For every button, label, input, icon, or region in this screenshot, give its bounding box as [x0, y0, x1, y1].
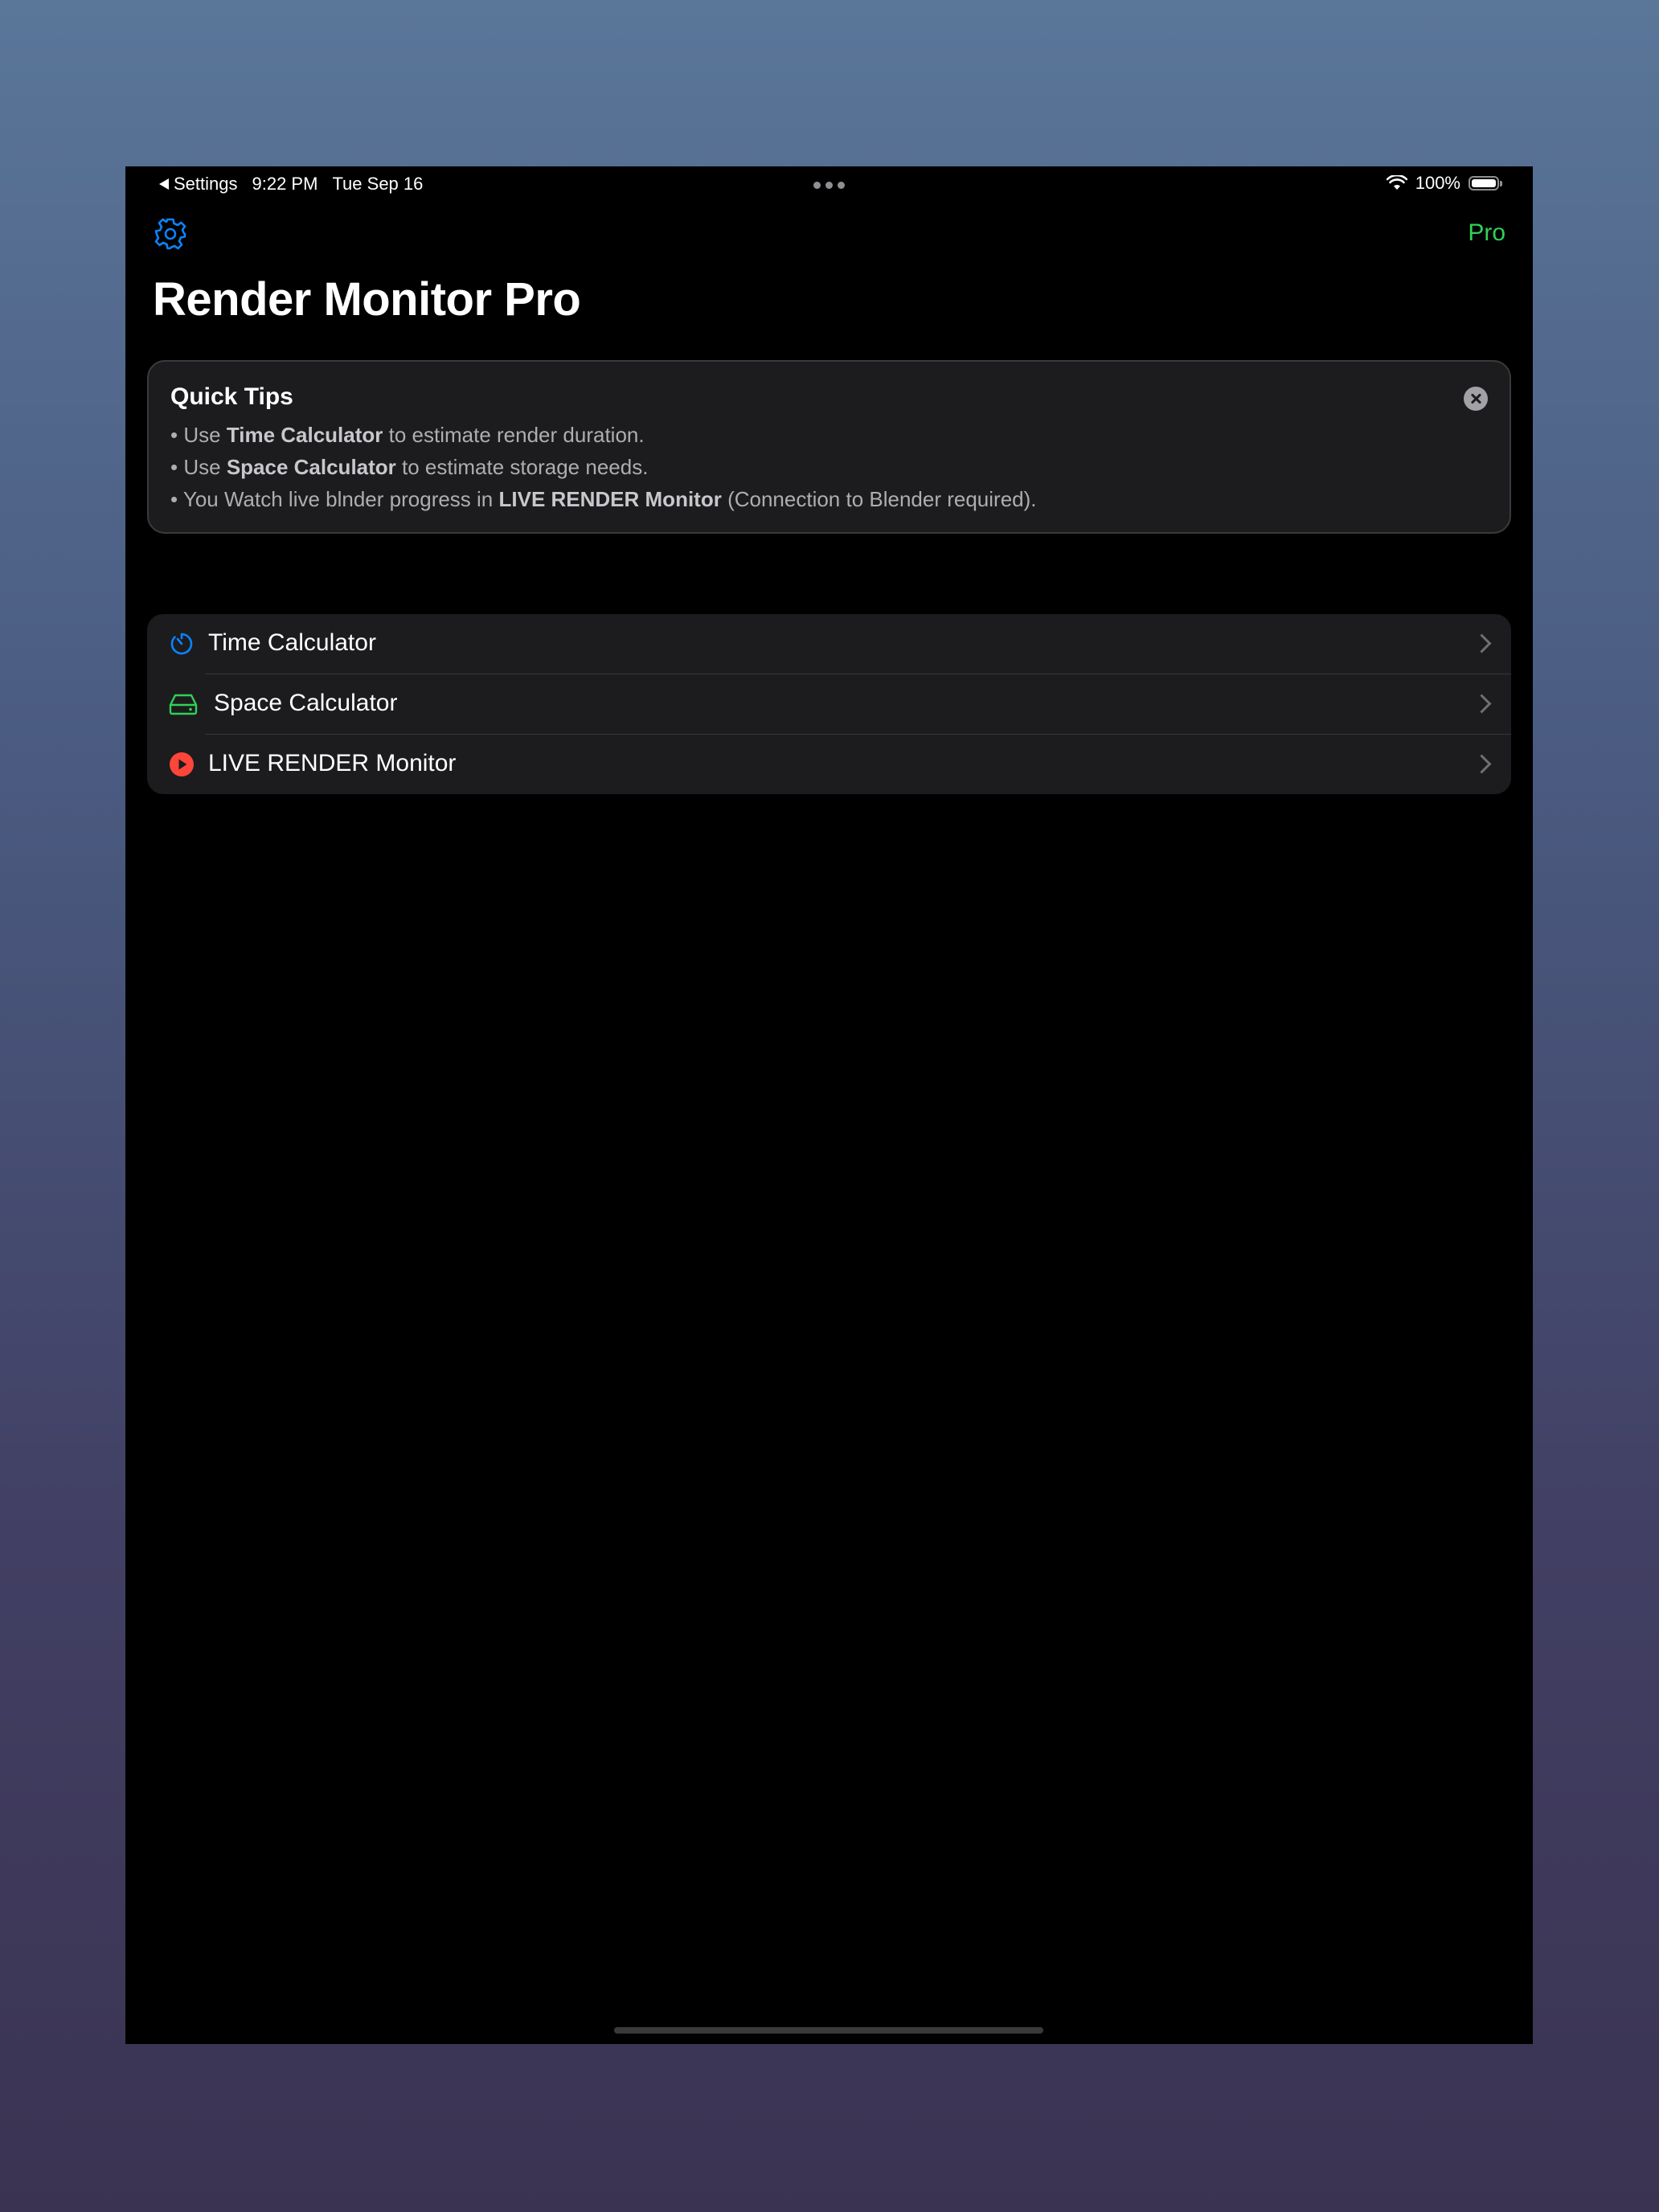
timer-icon [170, 633, 193, 655]
menu-item-space-calculator[interactable]: Space Calculator [147, 674, 1511, 734]
menu-item-time-calculator[interactable]: Time Calculator [147, 614, 1511, 674]
status-bar: Settings 9:22 PM Tue Sep 16 100% [125, 166, 1533, 200]
menu-item-label: Time Calculator [208, 629, 376, 656]
quick-tips-title: Quick Tips [170, 383, 293, 410]
wifi-icon [1386, 175, 1407, 190]
back-to-settings[interactable]: Settings [159, 174, 238, 195]
tip-bold: LIVE RENDER Monitor [498, 487, 722, 511]
tip-bold: Time Calculator [226, 423, 383, 447]
battery-percent: 100% [1415, 173, 1460, 193]
tip-bullet: • [170, 455, 178, 479]
tip-line: • Use Time Calculator to estimate render… [170, 423, 645, 448]
status-time: 9:22 PM [252, 174, 318, 194]
play-circle-icon [170, 752, 194, 776]
status-date: Tue Sep 16 [332, 174, 424, 194]
close-icon[interactable] [1464, 387, 1488, 411]
menu-item-label: LIVE RENDER Monitor [208, 750, 457, 776]
tip-text: You Watch live blnder progress in [182, 487, 499, 511]
tip-text: (Connection to Blender required). [721, 487, 1037, 511]
back-label: Settings [174, 174, 238, 194]
chevron-right-icon [1472, 754, 1492, 774]
ipad-screen: Settings 9:22 PM Tue Sep 16 100% Pro Ren… [125, 166, 1533, 2044]
back-arrow-icon [159, 178, 169, 190]
chevron-right-icon [1472, 694, 1492, 714]
tip-text: to estimate storage needs. [395, 455, 649, 479]
battery-icon [1469, 176, 1502, 190]
tip-text: to estimate render duration. [383, 423, 645, 447]
tip-text: Use [183, 423, 227, 447]
page-title: Render Monitor Pro [153, 273, 581, 326]
gear-icon[interactable] [153, 216, 188, 252]
tip-bullet: • [170, 487, 178, 511]
menu-list: Time Calculator Space Calculator LIVE RE… [147, 614, 1511, 794]
quick-tips-card: Quick Tips • Use Time Calculator to esti… [147, 360, 1511, 534]
tip-line: • You Watch live blnder progress in LIVE… [170, 487, 1037, 512]
tip-line: • Use Space Calculator to estimate stora… [170, 455, 648, 480]
home-indicator[interactable] [614, 2027, 1043, 2034]
menu-item-live-render-monitor[interactable]: LIVE RENDER Monitor [147, 735, 1511, 794]
status-right: 100% [1386, 173, 1502, 194]
tip-bullet: • [170, 423, 178, 447]
drive-icon [169, 694, 198, 715]
multitasking-dots-icon[interactable] [813, 182, 845, 189]
status-left: Settings 9:22 PM Tue Sep 16 [159, 174, 423, 195]
pro-button[interactable]: Pro [1468, 219, 1505, 247]
tip-bold: Space Calculator [226, 455, 396, 479]
tip-text: Use [183, 455, 227, 479]
menu-item-label: Space Calculator [214, 690, 398, 716]
chevron-right-icon [1472, 633, 1492, 653]
